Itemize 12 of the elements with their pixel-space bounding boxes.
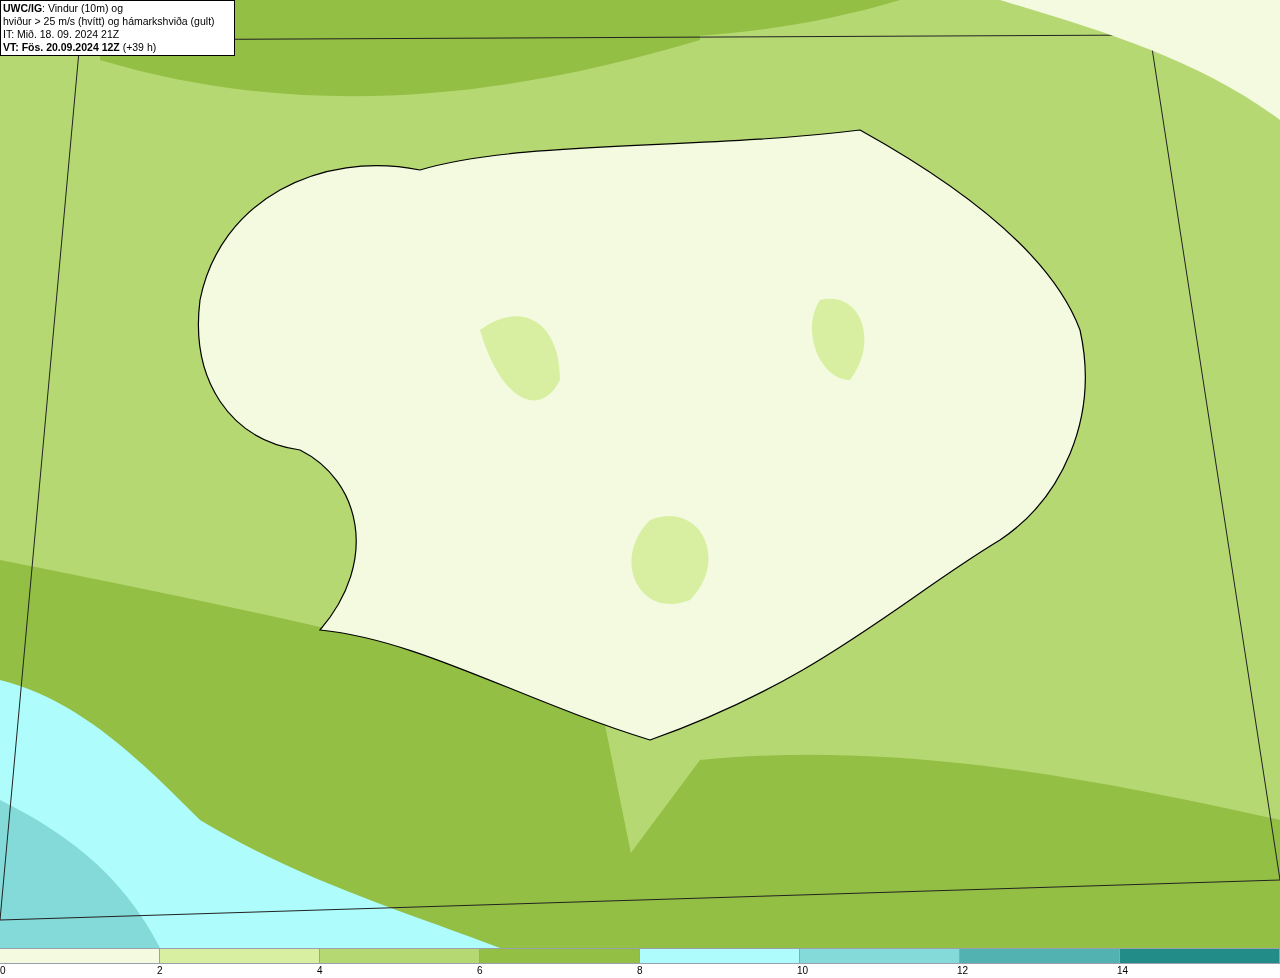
legend-tick-label: 4 — [317, 964, 323, 977]
legend-tick-label: 10 — [797, 964, 809, 977]
legend-tick-label: 0 — [0, 964, 6, 977]
legend-tick-label: 12 — [957, 964, 969, 977]
legend-tick-label: 6 — [477, 964, 483, 977]
legend-tick-label: 2 — [157, 964, 163, 977]
legend-tick-label: 14 — [1117, 964, 1129, 977]
caption-line: hviður > 25 m/s (hvítt) og hámarkshviða (gult) — [3, 15, 216, 28]
caption-line: VT: Fös. 20.09.2024 12Z (+39 h) — [3, 41, 158, 54]
caption-line: IT: Mið. 18. 09. 2024 21Z — [3, 28, 121, 41]
caption-line: UWC/IG: Vindur (10m) og — [3, 2, 124, 15]
legend-tick-label: 8 — [637, 964, 643, 977]
